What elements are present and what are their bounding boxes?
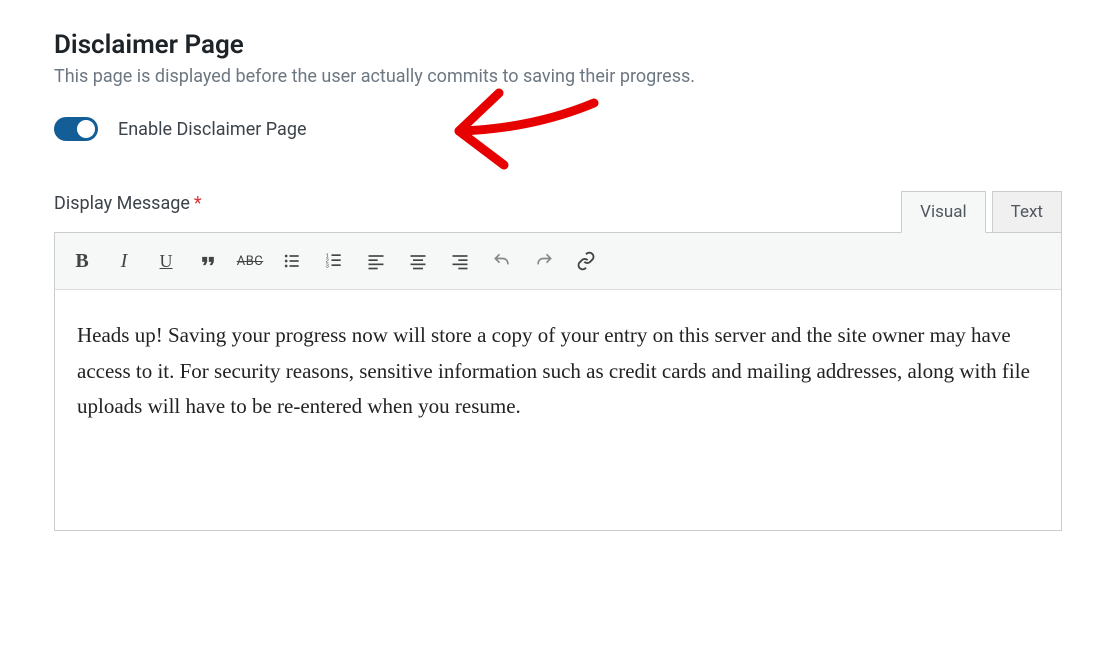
editor: B I U ABC 123	[54, 232, 1062, 531]
numbered-list-icon: 123	[324, 251, 344, 271]
toggle-row: Enable Disclaimer Page	[54, 117, 1062, 141]
align-left-icon	[366, 251, 386, 271]
required-indicator: *	[194, 193, 202, 214]
link-icon	[576, 251, 596, 271]
enable-disclaimer-toggle[interactable]	[54, 117, 98, 141]
section-title: Disclaimer Page	[54, 30, 1062, 60]
italic-icon: I	[121, 250, 128, 273]
link-button[interactable]	[565, 241, 607, 281]
undo-icon	[492, 251, 512, 271]
annotation-arrow-icon	[444, 73, 614, 183]
field-label: Display Message *	[54, 193, 202, 214]
align-right-icon	[450, 251, 470, 271]
toggle-knob	[77, 120, 95, 138]
editor-content-area[interactable]: Heads up! Saving your progress now will …	[55, 290, 1061, 530]
svg-text:3: 3	[326, 264, 329, 270]
underline-icon: U	[160, 251, 173, 272]
bold-icon: B	[75, 250, 88, 273]
align-center-icon	[408, 251, 428, 271]
align-center-button[interactable]	[397, 241, 439, 281]
undo-button[interactable]	[481, 241, 523, 281]
bulleted-list-icon	[282, 251, 302, 271]
section-description: This page is displayed before the user a…	[54, 66, 1062, 87]
display-message-label-text: Display Message	[54, 193, 190, 214]
align-left-button[interactable]	[355, 241, 397, 281]
underline-button[interactable]: U	[145, 241, 187, 281]
redo-icon	[534, 251, 554, 271]
tab-visual[interactable]: Visual	[901, 191, 985, 233]
numbered-list-button[interactable]: 123	[313, 241, 355, 281]
bold-button[interactable]: B	[61, 241, 103, 281]
toggle-label: Enable Disclaimer Page	[118, 119, 307, 140]
blockquote-icon	[198, 251, 218, 271]
tab-text[interactable]: Text	[992, 191, 1062, 232]
strikethrough-button[interactable]: ABC	[229, 241, 271, 281]
editor-tabs: Visual Text	[901, 191, 1062, 232]
editor-toolbar: B I U ABC 123	[55, 233, 1061, 290]
italic-button[interactable]: I	[103, 241, 145, 281]
bulleted-list-button[interactable]	[271, 241, 313, 281]
align-right-button[interactable]	[439, 241, 481, 281]
redo-button[interactable]	[523, 241, 565, 281]
strikethrough-icon: ABC	[237, 254, 264, 269]
blockquote-button[interactable]	[187, 241, 229, 281]
